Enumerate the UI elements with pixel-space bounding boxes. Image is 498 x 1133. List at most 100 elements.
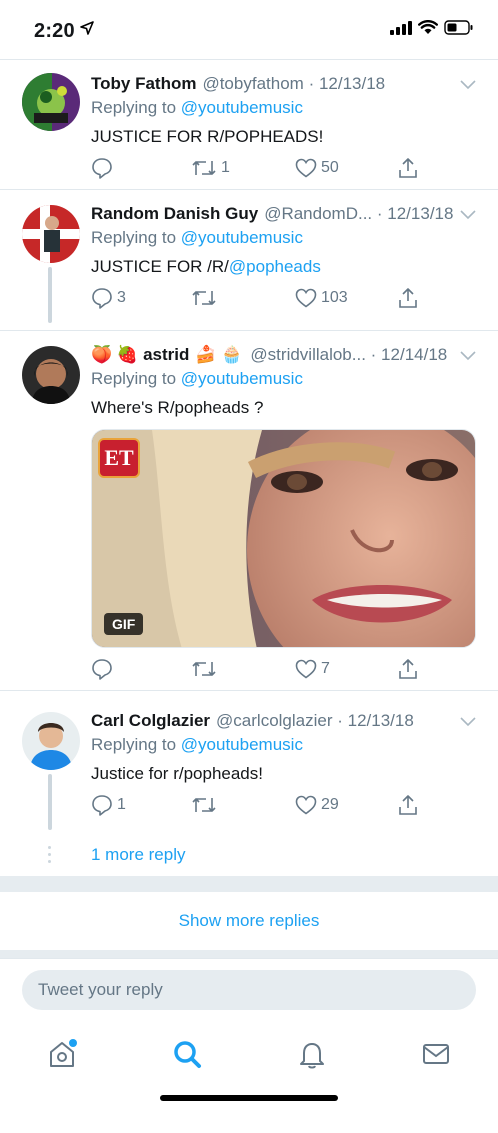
reply-button[interactable]: 3: [91, 286, 126, 310]
reply-button[interactable]: 1: [91, 793, 126, 817]
messages-icon: [420, 1038, 452, 1075]
retweet-button[interactable]: 1: [191, 156, 230, 180]
chevron-down-icon[interactable]: [460, 714, 476, 732]
like-button[interactable]: 50: [295, 156, 339, 180]
retweet-icon: [191, 659, 217, 679]
location-arrow-icon: [80, 21, 94, 40]
et-logo: ET: [98, 438, 140, 478]
status-time: 2:20: [34, 20, 75, 42]
battery-icon: [444, 20, 474, 40]
tweet-text-body: JUSTICE FOR /R/: [91, 257, 229, 276]
tweet-date: · 12/13/18: [308, 74, 386, 93]
retweet-icon: [191, 158, 217, 178]
like-button[interactable]: 7: [295, 657, 330, 681]
avatar[interactable]: [22, 205, 80, 263]
thread-line: [48, 774, 52, 830]
share-button[interactable]: [397, 793, 419, 817]
replying-to-label: Replying to: [91, 228, 177, 247]
chevron-down-icon[interactable]: [460, 207, 476, 225]
tweet[interactable]: Random Danish Guy @RandomD... · 12/13/18…: [0, 191, 498, 331]
tweet-reply-input[interactable]: [22, 970, 476, 1010]
retweet-icon: [191, 795, 217, 815]
reply-icon: [91, 794, 113, 816]
user-handle[interactable]: @RandomD...: [264, 204, 372, 224]
like-button[interactable]: 29: [295, 793, 339, 817]
user-handle[interactable]: @stridvillalob...: [250, 345, 366, 365]
reply-bar: [0, 958, 498, 1020]
reply-button[interactable]: [91, 657, 117, 681]
gif-media[interactable]: ET GIF: [91, 429, 476, 648]
more-reply-link[interactable]: 1 more reply: [91, 845, 185, 865]
share-button[interactable]: [397, 657, 419, 681]
tweet[interactable]: Toby Fathom @tobyfathom · 12/13/18 Reply…: [0, 61, 498, 190]
tweet-actions: 1 29: [91, 793, 431, 817]
reply-icon: [91, 157, 113, 179]
heart-icon: [295, 795, 317, 815]
retweet-button[interactable]: [191, 793, 221, 817]
replying-to-mention[interactable]: @youtubemusic: [181, 369, 303, 388]
tab-messages[interactable]: [416, 1036, 456, 1076]
tweet-text-mention[interactable]: @popheads: [229, 257, 321, 276]
reply-button[interactable]: [91, 156, 117, 180]
retweet-count: 1: [221, 159, 230, 176]
status-indicators: [390, 20, 474, 40]
thread-line: [48, 267, 52, 323]
retweet-button[interactable]: [191, 286, 221, 310]
chevron-down-icon[interactable]: [460, 348, 476, 366]
home-indicator: [160, 1095, 338, 1101]
chevron-down-icon[interactable]: [460, 77, 476, 95]
status-bar: 2:20: [0, 0, 498, 60]
replying-to: Replying to @youtubemusic: [91, 228, 303, 248]
display-name[interactable]: Toby Fathom: [91, 74, 196, 94]
tweet-date: · 12/14/18: [370, 345, 448, 364]
share-button[interactable]: [397, 286, 419, 310]
tab-search[interactable]: [167, 1036, 207, 1076]
replying-to-label: Replying to: [91, 98, 177, 117]
share-icon: [397, 157, 419, 179]
share-icon: [397, 794, 419, 816]
replying-to-mention[interactable]: @youtubemusic: [181, 735, 303, 754]
like-count: 7: [321, 660, 330, 677]
display-name[interactable]: Random Danish Guy: [91, 204, 258, 224]
thread-dots: [48, 846, 52, 867]
user-handle[interactable]: @carlcolglazier: [216, 711, 332, 731]
tab-notifications[interactable]: [292, 1036, 332, 1076]
section-divider: [0, 950, 498, 958]
name-emoji-suffix: 🍰 🧁: [195, 345, 243, 364]
replying-to-label: Replying to: [91, 369, 177, 388]
like-button[interactable]: 103: [295, 286, 348, 310]
share-icon: [397, 287, 419, 309]
tweet[interactable]: Carl Colglazier @carlcolglazier · 12/13/…: [0, 692, 498, 876]
tweet-actions: 3 103: [91, 286, 431, 310]
like-count: 50: [321, 159, 339, 176]
display-name[interactable]: Carl Colglazier: [91, 711, 210, 731]
section-divider: [0, 876, 498, 892]
gif-thumbnail: [92, 430, 475, 647]
avatar[interactable]: [22, 346, 80, 404]
tweet-header: Toby Fathom @tobyfathom · 12/13/18: [91, 73, 458, 95]
replying-to: Replying to @youtubemusic: [91, 98, 303, 118]
tweet-date: · 12/13/18: [376, 204, 454, 223]
tweet-actions: 7: [91, 657, 431, 681]
tweet-date: · 12/13/18: [337, 711, 414, 730]
display-name[interactable]: astrid: [143, 345, 189, 365]
name-emoji-prefix: 🍑 🍓: [91, 345, 139, 364]
gif-badge: GIF: [104, 613, 144, 635]
search-icon: [171, 1038, 203, 1075]
reply-icon: [91, 658, 113, 680]
like-count: 103: [321, 289, 348, 306]
replying-to: Replying to @youtubemusic: [91, 369, 303, 389]
user-handle[interactable]: @tobyfathom: [202, 74, 303, 94]
tweet[interactable]: 🍑 🍓 astrid 🍰 🧁 @stridvillalob... · 12/14…: [0, 332, 498, 691]
tab-bar: [0, 1020, 498, 1133]
show-more-replies-button[interactable]: Show more replies: [0, 892, 498, 950]
tweet-text: Where's R/popheads ?: [91, 398, 264, 417]
avatar[interactable]: [22, 73, 80, 131]
tab-home[interactable]: [42, 1036, 82, 1076]
avatar[interactable]: [22, 712, 80, 770]
retweet-button[interactable]: [191, 657, 221, 681]
replying-to-mention[interactable]: @youtubemusic: [181, 228, 303, 247]
replying-to-mention[interactable]: @youtubemusic: [181, 98, 303, 117]
home-icon: [46, 1038, 78, 1075]
share-button[interactable]: [397, 156, 419, 180]
